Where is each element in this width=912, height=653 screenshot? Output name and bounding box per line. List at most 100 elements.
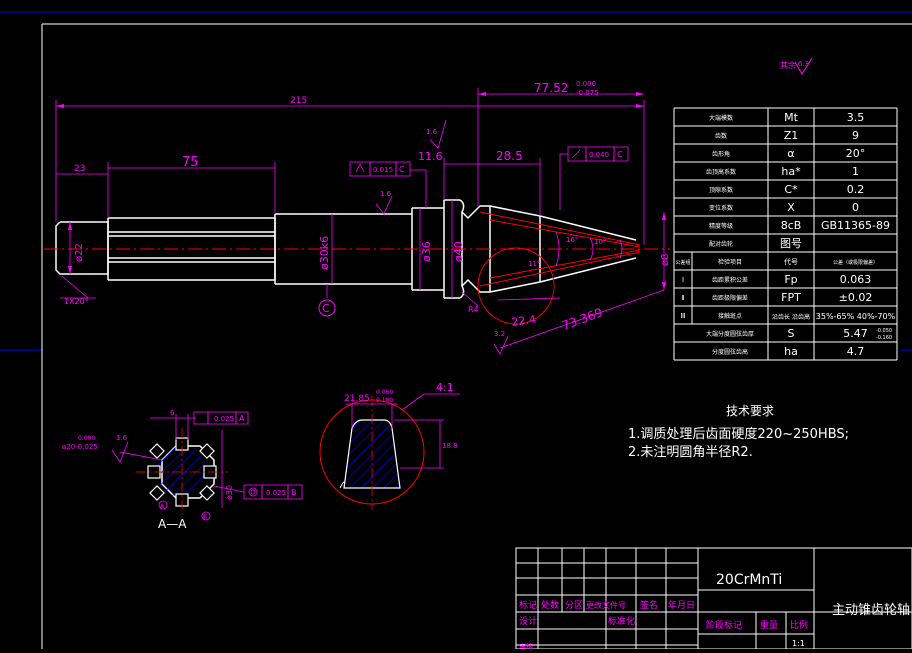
tech-line-1: 1.调质处理后齿面硬度220~250HBS; xyxy=(628,426,849,442)
dim-length-11: 11.6 xyxy=(418,150,443,163)
dimension-text: 215 23 75 77.52 0.000 -0.075 11.6 28.5 ø… xyxy=(64,80,671,338)
param-name: 大端模数 xyxy=(709,114,733,122)
tol-symbol: Fp xyxy=(784,273,797,286)
datum-c-label: C xyxy=(322,302,330,315)
roughness-note-label: 其余 xyxy=(780,60,796,70)
dim-tol-77-lower: -0.075 xyxy=(576,89,599,97)
dim-length-75: 75 xyxy=(182,155,199,170)
s-tol-upper: -0.050 xyxy=(876,328,892,334)
dim-length-28: 28.5 xyxy=(496,149,523,163)
tol-value: 35%-65% 40%-70% xyxy=(816,312,896,321)
param-value: 9 xyxy=(852,129,859,142)
dim-dia-30: ø30k6 xyxy=(318,236,331,270)
cad-drawing-canvas[interactable]: 其余 6.3 215 23 75 77.52 0.000 -0.075 11.6… xyxy=(0,0,912,651)
param-symbol: 8cB xyxy=(781,219,802,232)
roughness-note-value: 6.3 xyxy=(798,60,809,68)
param-symbol: α xyxy=(787,147,794,160)
tb-date: 年月日 xyxy=(668,599,695,611)
param-value: 0 xyxy=(852,201,859,214)
tol-value: 0.063 xyxy=(840,273,872,286)
tb-scale: 比例 xyxy=(790,619,808,631)
tb-design: 设计 xyxy=(519,615,537,627)
param-name: 变位系数 xyxy=(709,204,733,212)
tol-symbol: 沿齿长 沿齿高 xyxy=(772,313,810,321)
dim-angle-10: 10° xyxy=(594,238,606,246)
dim-overall-length: 215 xyxy=(290,96,307,106)
tech-line-2: 2.未注明圆角半径R2. xyxy=(628,445,753,460)
param-symbol: C* xyxy=(784,183,798,196)
dim-tol-77-upper: 0.000 xyxy=(576,80,596,88)
param-symbol: Mt xyxy=(784,111,798,124)
tol-header-item: 检验项目 xyxy=(718,258,742,266)
param-name: 配对齿轮 xyxy=(709,240,733,248)
param-value: 1 xyxy=(852,165,859,178)
tb-zone: 分区 xyxy=(565,600,583,611)
tb-stage: 阶段标记 xyxy=(706,619,742,631)
sec-dim-20-upper: 0.000 xyxy=(78,435,95,442)
param-value: GB11365-89 xyxy=(821,219,890,232)
tol-symbol: S xyxy=(788,327,795,340)
gear-parameter-table: 大端模数 Mt 3.5 齿数 Z1 9 齿形角 α 20° 齿顶高系数 ha* 1 顶隙系数 C* 0.2 变… xyxy=(673,107,898,361)
dim-angle-11: 11° xyxy=(528,260,540,268)
tb-weight: 重量 xyxy=(760,619,778,631)
tol-value: 4.7 xyxy=(847,345,865,358)
dim-length-77: 77.52 xyxy=(534,81,568,95)
tol-group: Ⅲ xyxy=(681,312,686,320)
tf1-ref: C xyxy=(399,165,405,174)
tolerance-frame-1: 0.015 C xyxy=(349,161,411,177)
tf1-value: 0.015 xyxy=(373,166,393,174)
title-block xyxy=(515,547,912,650)
dim-angle-16: 16° xyxy=(566,236,578,244)
technical-requirements: 技术要求 1.调质处理后齿面硬度220~250HBS; 2.未注明圆角半径R2. xyxy=(628,404,849,460)
tol-symbol: FPT xyxy=(781,291,801,304)
param-value: 0.2 xyxy=(847,183,865,196)
drawing-svg: 其余 6.3 215 23 75 77.52 0.000 -0.075 11.6… xyxy=(0,11,912,651)
tol-header-tolerance: 公差（或极限偏差） xyxy=(833,259,878,266)
tf3-value: 0.025 xyxy=(214,415,234,423)
tf3-ref: A xyxy=(239,414,245,423)
tooth-detail: 21.85 0.060 0.180 4:1 18.8 xyxy=(319,381,460,510)
tb-part-name: 主动锥齿轮轴 xyxy=(832,603,910,618)
dim-length-23: 23 xyxy=(74,164,85,174)
sec-dim-20: ø20-0.025 xyxy=(62,443,98,451)
tb-count: 处数 xyxy=(541,599,559,611)
tb-std: 标准化 xyxy=(608,615,635,627)
tooth-width-lower: 0.180 xyxy=(376,397,393,404)
tech-title: 技术要求 xyxy=(726,404,774,418)
param-symbol: Z1 xyxy=(784,129,799,142)
param-value: 20° xyxy=(846,147,866,160)
tol-item: 大端分度圆弦齿厚 xyxy=(706,330,754,338)
dim-dia-8: ø8 xyxy=(660,254,671,266)
tooth-height: 18.8 xyxy=(442,442,458,450)
dim-radius: R4 xyxy=(468,305,479,314)
tol-item: 分度圆弦齿高 xyxy=(712,348,748,356)
param-name: 齿数 xyxy=(715,132,727,140)
tb-check: 审核 xyxy=(519,642,533,649)
sec-rough: 1.6 xyxy=(116,434,128,442)
tol-header-symbol: 代号 xyxy=(784,257,798,266)
dim-dia-22: ø22 xyxy=(74,243,85,262)
roughness-note: 其余 6.3 xyxy=(780,57,813,75)
tol-value: ±0.02 xyxy=(839,291,873,304)
tooth-width-upper: 0.060 xyxy=(376,389,393,396)
section-label: A—A xyxy=(158,517,187,531)
param-name: 齿形角 xyxy=(712,150,730,158)
dimension-arrows xyxy=(56,92,666,290)
param-name: 精度等级 xyxy=(709,222,733,230)
rough-top-value: 1.6 xyxy=(426,128,438,136)
tol-group: Ⅰ xyxy=(682,276,684,284)
tf2-value: 0.040 xyxy=(589,151,609,159)
tf4-value: 0.025 xyxy=(266,489,286,497)
param-symbol: X xyxy=(787,201,795,214)
param-name: 顶隙系数 xyxy=(709,186,733,194)
tolerance-frame-2: 0.040 C xyxy=(567,146,629,162)
dim-dia-40: ø40 xyxy=(452,241,465,262)
tooth-ratio: 4:1 xyxy=(436,381,454,394)
param-symbol: 图号 xyxy=(780,237,802,250)
tol-symbol: ha xyxy=(784,345,798,358)
sec-mark-b: B xyxy=(203,514,207,521)
rough-mid-value: 1.6 xyxy=(380,190,392,198)
dim-dia-36: ø36 xyxy=(420,241,433,262)
tf4-ref: B xyxy=(291,488,297,497)
tol-item: 接触斑点 xyxy=(718,312,742,320)
